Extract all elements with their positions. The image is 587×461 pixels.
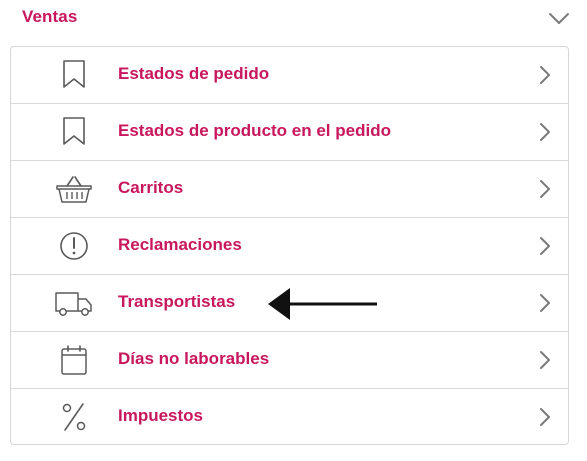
menu-list: Estados de pedido Estados de producto en… — [10, 46, 569, 445]
chevron-right-icon — [537, 121, 553, 143]
basket-icon — [53, 173, 95, 205]
chevron-right-icon — [537, 178, 553, 200]
menu-item-dias-no-laborables[interactable]: Días no laborables — [11, 332, 568, 389]
chevron-right-icon — [537, 406, 553, 428]
menu-item-label: Estados de producto en el pedido — [118, 121, 391, 140]
menu-item-estados-de-pedido[interactable]: Estados de pedido — [11, 47, 568, 104]
menu-item-label: Impuestos — [118, 406, 204, 425]
chevron-right-icon — [537, 64, 553, 86]
section-title: Ventas — [22, 7, 78, 26]
menu-item-label: Reclamaciones — [118, 235, 242, 254]
section-header[interactable]: Ventas — [0, 0, 587, 36]
menu-item-label: Transportistas — [118, 292, 236, 311]
menu-item-reclamaciones[interactable]: Reclamaciones — [11, 218, 568, 275]
menu-item-carritos[interactable]: Carritos — [11, 161, 568, 218]
menu-item-impuestos[interactable]: Impuestos — [11, 389, 568, 444]
menu-item-label: Días no laborables — [118, 349, 270, 368]
truck-icon — [53, 287, 95, 319]
menu-item-estados-de-producto[interactable]: Estados de producto en el pedido — [11, 104, 568, 161]
percent-icon — [53, 401, 95, 433]
chevron-right-icon — [537, 349, 553, 371]
calendar-icon — [53, 344, 95, 376]
chevron-right-icon — [537, 292, 553, 314]
chevron-right-icon — [537, 235, 553, 257]
chevron-down-icon[interactable] — [546, 8, 572, 28]
exclamation-circle-icon — [53, 230, 95, 262]
bookmark-icon — [53, 116, 95, 148]
menu-item-label: Carritos — [118, 178, 184, 197]
bookmark-icon — [53, 59, 95, 91]
menu-item-label: Estados de pedido — [118, 64, 270, 83]
annotation-arrow-icon — [266, 285, 380, 325]
